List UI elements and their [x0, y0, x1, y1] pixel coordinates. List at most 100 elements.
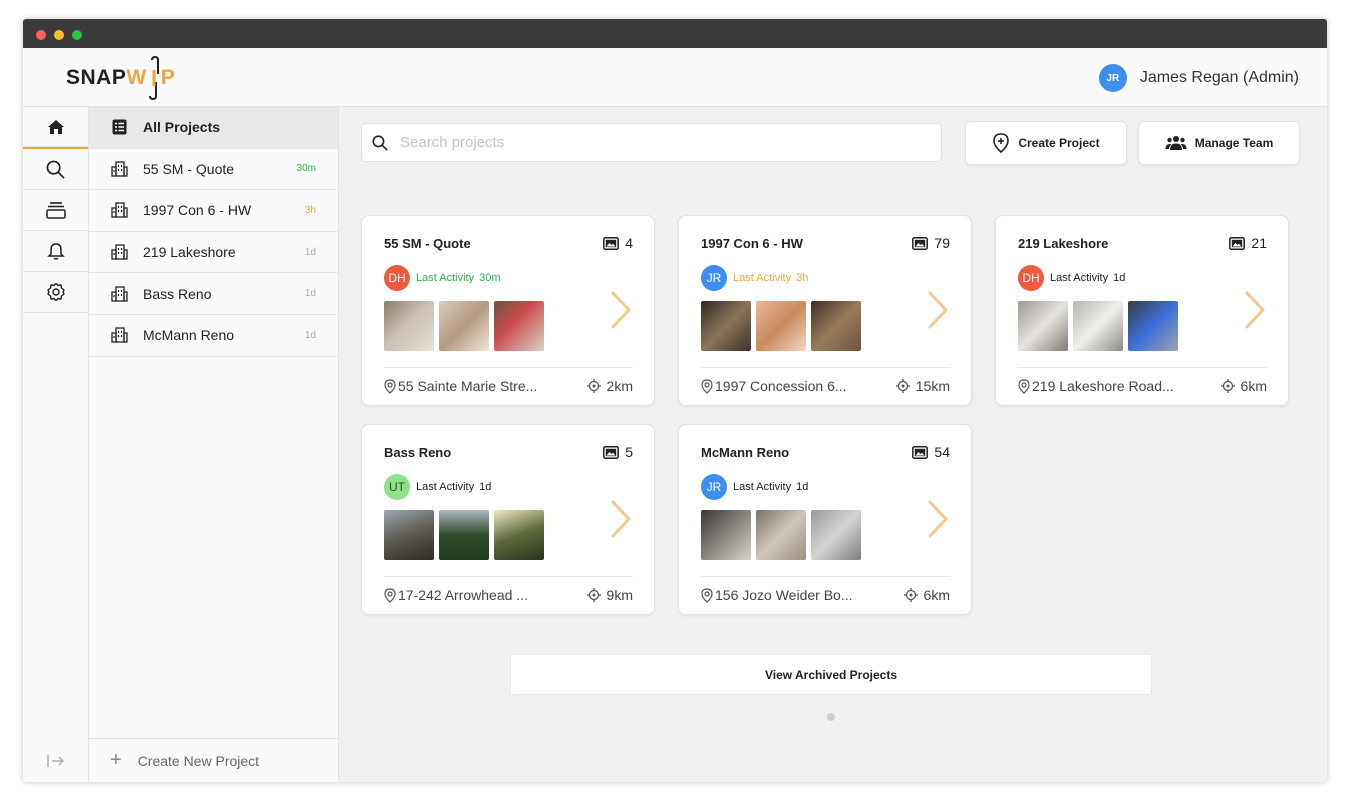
sidebar-item-all-projects[interactable]: All Projects — [89, 107, 338, 149]
photo-thumbnail[interactable] — [756, 301, 806, 351]
location-pin-icon — [701, 587, 713, 603]
photo-thumbnail[interactable] — [494, 510, 544, 560]
title-bar — [23, 19, 1327, 48]
photo-thumbnail[interactable] — [701, 301, 751, 351]
project-distance: 15km — [895, 378, 950, 394]
photo-count: 5 — [603, 444, 633, 460]
search-icon — [372, 134, 388, 151]
photo-thumbnails — [384, 301, 549, 351]
user-menu[interactable]: JR James Regan (Admin) — [1098, 64, 1299, 92]
view-archived-projects-button[interactable]: View Archived Projects — [510, 654, 1152, 695]
distance-text: 9km — [606, 587, 633, 603]
sidebar-item-project[interactable]: Bass Reno 1d — [89, 273, 338, 315]
project-card[interactable]: 1997 Con 6 - HW 79 JR Last Activity 3h 1997 C… — [678, 215, 972, 406]
open-project-button[interactable] — [610, 290, 632, 335]
last-activity: JR Last Activity 1d — [701, 474, 808, 500]
gear-icon — [46, 282, 65, 302]
gallery-icon — [1229, 236, 1246, 250]
search-input[interactable] — [400, 134, 900, 151]
close-window-button[interactable] — [36, 30, 46, 40]
create-new-project-label: Create New Project — [137, 752, 260, 769]
logo-text-wip: W P — [126, 56, 175, 100]
project-card[interactable]: 55 SM - Quote 4 DH Last Activity 30m 55 Saint… — [361, 215, 655, 406]
maximize-window-button[interactable] — [72, 30, 82, 40]
activity-label: Last Activity — [733, 481, 792, 493]
project-distance: 9km — [586, 587, 633, 603]
collapse-sidebar-button[interactable] — [23, 754, 89, 768]
photo-thumbnail[interactable] — [756, 510, 806, 560]
last-activity: UT Last Activity 1d — [384, 474, 491, 500]
photo-thumbnails — [701, 301, 866, 351]
photo-thumbnails — [701, 510, 866, 560]
activity-time: 3h — [796, 272, 809, 284]
sidebar-item-project[interactable]: McMann Reno 1d — [89, 315, 338, 357]
activity-time: 1d — [1113, 272, 1126, 284]
location-pin-icon — [384, 587, 396, 603]
sidebar-item-label: 1997 Con 6 - HW — [143, 202, 252, 219]
open-project-button[interactable] — [610, 499, 632, 544]
stack-icon — [45, 202, 66, 219]
open-project-button[interactable] — [927, 499, 949, 544]
photo-thumbnail[interactable] — [701, 510, 751, 560]
photo-thumbnail[interactable] — [1128, 301, 1178, 351]
search-bar[interactable] — [361, 123, 942, 162]
rail-home[interactable] — [23, 107, 88, 147]
open-project-button[interactable] — [927, 290, 949, 335]
distance-target-icon — [903, 588, 918, 602]
divider — [701, 367, 950, 368]
create-project-button[interactable]: Create Project — [965, 121, 1127, 165]
distance-text: 6km — [1240, 378, 1267, 394]
project-card-title: Bass Reno — [384, 445, 452, 460]
rail-search[interactable] — [23, 149, 88, 190]
sidebar-item-project[interactable]: 55 SM - Quote 30m — [89, 149, 338, 191]
gallery-icon — [912, 445, 929, 459]
project-distance: 6km — [903, 587, 950, 603]
building-icon — [110, 201, 128, 219]
chevron-right-icon — [611, 291, 631, 329]
sidebar-item-label: 219 Lakeshore — [143, 244, 236, 261]
open-project-button[interactable] — [1244, 290, 1266, 335]
photo-thumbnail[interactable] — [384, 510, 434, 560]
photo-count: 4 — [603, 235, 633, 251]
photo-thumbnail[interactable] — [494, 301, 544, 351]
distance-target-icon — [895, 379, 910, 393]
gallery-icon — [603, 445, 620, 459]
distance-text: 6km — [923, 587, 950, 603]
activity-time: 30m — [479, 272, 501, 284]
photo-thumbnail[interactable] — [439, 301, 489, 351]
photo-thumbnail[interactable] — [439, 510, 489, 560]
home-icon — [47, 119, 64, 134]
location-pin-icon — [1018, 378, 1030, 394]
project-card[interactable]: 219 Lakeshore 21 DH Last Activity 1d 219 Lake… — [995, 215, 1289, 406]
icon-rail — [23, 107, 89, 782]
pagination-dot[interactable] — [827, 713, 835, 721]
minimize-window-button[interactable] — [54, 30, 64, 40]
logo-text-snap: SNAP — [66, 66, 127, 89]
create-new-project-button[interactable]: + Create New Project — [89, 738, 338, 782]
photo-thumbnail[interactable] — [811, 301, 861, 351]
rail-settings[interactable] — [23, 272, 88, 313]
manage-team-button[interactable]: Manage Team — [1138, 121, 1300, 165]
photo-thumbnails — [384, 510, 549, 560]
photo-thumbnail[interactable] — [1073, 301, 1123, 351]
photo-count: 54 — [912, 444, 950, 460]
photo-thumbnail[interactable] — [1018, 301, 1068, 351]
sidebar-item-project[interactable]: 219 Lakeshore 1d — [89, 232, 338, 274]
divider — [384, 576, 633, 577]
divider — [1018, 367, 1267, 368]
app-header: SNAP W P JR James Regan (Admin) — [23, 48, 1327, 107]
project-card[interactable]: Bass Reno 5 UT Last Activity 1d 17-242 Arrowh… — [361, 424, 655, 615]
project-card[interactable]: McMann Reno 54 JR Last Activity 1d 156 Jozo W… — [678, 424, 972, 615]
bell-icon — [46, 242, 65, 260]
rail-projects[interactable] — [23, 190, 88, 231]
sidebar-item-project[interactable]: 1997 Con 6 - HW 3h — [89, 190, 338, 232]
photo-thumbnail[interactable] — [384, 301, 434, 351]
photo-thumbnail[interactable] — [811, 510, 861, 560]
rail-notifications[interactable] — [23, 231, 88, 272]
building-icon — [110, 285, 128, 303]
team-icon — [1165, 136, 1187, 150]
plus-icon: + — [110, 749, 122, 771]
logo[interactable]: SNAP W P — [66, 56, 175, 100]
chevron-right-icon — [928, 291, 948, 329]
distance-text: 15km — [915, 378, 950, 394]
